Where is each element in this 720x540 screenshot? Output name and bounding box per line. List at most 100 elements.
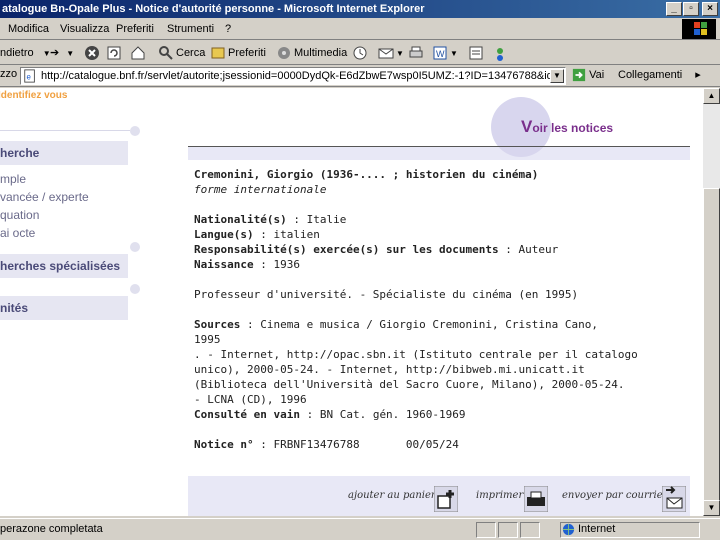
dropdown-arrow-icon: ▼ xyxy=(396,49,404,58)
consulte-label: Consulté en vain xyxy=(194,408,300,421)
envoyer-courriel-link[interactable]: envoyer par courriel xyxy=(562,490,666,501)
langue-value: : italien xyxy=(253,228,320,241)
menu-help[interactable]: ? xyxy=(225,18,231,40)
voir-notices-link[interactable]: Voir les notices xyxy=(521,117,613,137)
address-input[interactable]: e http://catalogue.bnf.fr/servlet/autori… xyxy=(20,67,566,85)
scroll-down-icon[interactable]: ▼ xyxy=(703,500,720,516)
mail-icon xyxy=(378,48,394,59)
sources-row: Sources : Cinema e musica / Giorgio Crem… xyxy=(194,318,598,331)
back-label: ndietro xyxy=(0,47,34,59)
record-pane: Voir les notices Cremonini, Giorgio (193… xyxy=(188,88,690,516)
menu-visualizza[interactable]: Visualizza xyxy=(60,18,109,40)
links-label: Collegamenti xyxy=(618,69,683,81)
favorites-icon xyxy=(211,47,225,59)
record-header: Voir les notices xyxy=(188,88,690,157)
record-heading-text: Cremonini, Giorgio (1936-.... ; historie… xyxy=(194,168,539,181)
stop-button[interactable] xyxy=(84,44,102,62)
stop-icon xyxy=(85,46,99,61)
notice-value: : FRBNF13476788 00/05/24 xyxy=(253,438,459,451)
go-button[interactable]: Vai xyxy=(572,68,604,82)
forward-button[interactable]: ➔ ▼ xyxy=(50,44,74,62)
status-section xyxy=(520,522,540,538)
responsabilite-label: Responsabilité(s) exercée(s) sur les doc… xyxy=(194,243,499,256)
multimedia-icon xyxy=(278,47,290,60)
sources-line: - LCNA (CD), 1996 xyxy=(194,393,307,406)
svg-text:e: e xyxy=(27,73,32,82)
nav-decoration-dot xyxy=(130,126,140,136)
ajouter-panier-link[interactable]: ajouter au panier xyxy=(348,490,436,501)
unites-heading[interactable]: nités xyxy=(0,296,128,320)
status-bar: perazone completata Internet xyxy=(0,518,720,540)
record-note: Professeur d'université. - Spécialiste d… xyxy=(194,288,579,301)
sources-line: : Cinema e musica / Giorgio Cremonini, C… xyxy=(240,318,598,331)
notice-row: Notice n° : FRBNF13476788 00/05/24 xyxy=(194,438,459,451)
scroll-up-icon[interactable]: ▲ xyxy=(703,88,720,104)
address-bar: zzo e http://catalogue.bnf.fr/servlet/au… xyxy=(0,65,720,87)
word-icon: W xyxy=(433,46,447,60)
discuss-button[interactable] xyxy=(468,44,486,62)
search-icon xyxy=(159,46,173,60)
messenger-button[interactable] xyxy=(492,44,510,62)
nav-link-equation[interactable]: quation xyxy=(0,208,39,222)
home-button[interactable] xyxy=(130,44,148,62)
recherche-heading[interactable]: herche xyxy=(0,141,128,165)
history-button[interactable] xyxy=(352,44,370,62)
status-text: perazone completata xyxy=(0,523,103,535)
voir-v: V xyxy=(521,117,533,136)
address-url: http://catalogue.bnf.fr/servlet/autorite… xyxy=(41,70,551,82)
menu-preferiti[interactable]: Preferiti xyxy=(116,18,154,40)
menu-bar: Modifica Visualizza Preferiti Strumenti … xyxy=(0,18,720,40)
print-button[interactable] xyxy=(408,44,426,62)
sources-label: Sources xyxy=(194,318,241,331)
refresh-icon xyxy=(107,46,121,60)
menu-strumenti[interactable]: Strumenti xyxy=(167,18,214,40)
voir-rest: oir les notices xyxy=(532,121,614,135)
multimedia-button[interactable]: Multimedia xyxy=(276,44,347,62)
favorites-label: Preferiti xyxy=(228,47,266,59)
dropdown-arrow-icon: ▼ xyxy=(66,49,75,58)
search-label: Cerca xyxy=(176,47,206,59)
imprimer-link[interactable]: imprimer xyxy=(476,490,523,501)
forward-arrow-icon: ➔ xyxy=(50,47,60,59)
recherches-specialisees-heading[interactable]: herches spécialisées xyxy=(0,254,128,278)
links-button[interactable]: Collegamenti ▸ xyxy=(618,68,701,81)
address-dropdown-icon[interactable]: ▼ xyxy=(550,69,564,83)
page-viewport: Identifiez vous herche mple vancée / exp… xyxy=(0,88,703,516)
edit-button[interactable]: W ▼ xyxy=(432,44,458,62)
security-zone-label: Internet xyxy=(578,523,616,535)
favorites-button[interactable]: Preferiti xyxy=(210,44,266,62)
mail-button[interactable]: ▼ xyxy=(378,44,404,62)
nav-link-simple[interactable]: mple xyxy=(0,172,26,186)
header-divider xyxy=(188,146,690,147)
title-bar: atalogue Bn-Opale Plus - Notice d'autori… xyxy=(0,0,720,18)
go-arrow-icon xyxy=(572,68,586,82)
identify-link[interactable]: Identifiez vous xyxy=(0,90,67,101)
nav-link-acte[interactable]: ai octe xyxy=(0,226,35,240)
naissance-label: Naissance xyxy=(194,258,254,271)
menu-modifica[interactable]: Modifica xyxy=(8,18,49,40)
sources-line: . - Internet, http://opac.sbn.it (Istitu… xyxy=(194,348,638,361)
search-button[interactable]: Cerca xyxy=(158,44,205,62)
printer-icon[interactable] xyxy=(524,486,548,512)
nav-decoration-dot xyxy=(130,284,140,294)
toolbar: ndietro ▼ ➔ ▼ Cerca Preferiti Multimedia… xyxy=(0,41,720,65)
scroll-thumb[interactable] xyxy=(703,188,720,508)
nationalite-label: Nationalité(s) xyxy=(194,213,287,226)
svg-text:W: W xyxy=(436,49,445,59)
maximize-button[interactable]: ▫ xyxy=(683,2,699,16)
minimize-button[interactable]: _ xyxy=(666,2,682,16)
back-button[interactable]: ndietro ▼ xyxy=(0,44,51,62)
vertical-scrollbar[interactable]: ▲ ▼ xyxy=(703,88,720,516)
nav-link-avancee[interactable]: vancée / experte xyxy=(0,190,89,204)
close-button[interactable]: × xyxy=(702,2,718,16)
consulte-value: : BN Cat. gén. 1960-1969 xyxy=(299,408,466,421)
record-heading: Cremonini, Giorgio (1936-.... ; historie… xyxy=(194,168,538,181)
responsabilite-value: : Auteur xyxy=(498,243,559,256)
multimedia-label: Multimedia xyxy=(294,47,348,59)
cart-add-icon[interactable] xyxy=(434,486,458,512)
refresh-button[interactable] xyxy=(106,44,124,62)
window-title: atalogue Bn-Opale Plus - Notice d'autori… xyxy=(2,3,425,15)
sources-line: unico), 2000-05-24. - Internet, http://b… xyxy=(194,363,585,376)
record-content: Cremonini, Giorgio (1936-.... ; historie… xyxy=(188,160,690,476)
email-send-icon[interactable] xyxy=(662,486,686,512)
